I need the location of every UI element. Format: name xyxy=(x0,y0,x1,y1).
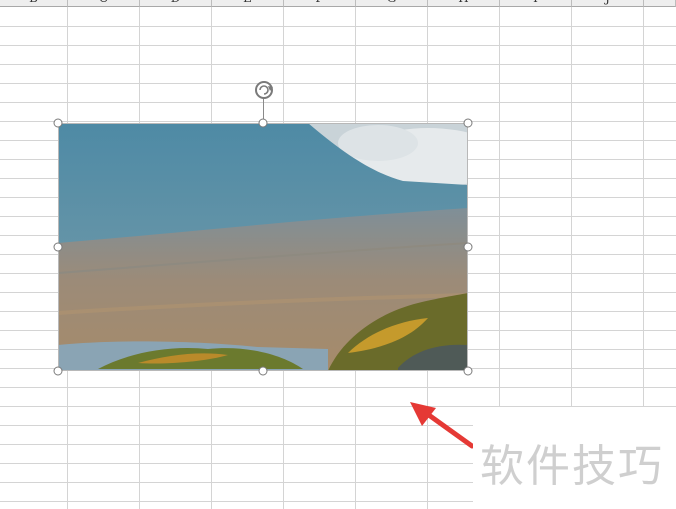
grid-line xyxy=(0,387,676,388)
column-header-d[interactable]: D xyxy=(140,0,212,7)
column-header-g[interactable]: G xyxy=(356,0,428,7)
resize-handle-bottom-left[interactable] xyxy=(53,366,63,376)
column-label: J xyxy=(572,0,643,5)
column-header-b[interactable]: B xyxy=(0,0,68,7)
column-label: I xyxy=(500,0,571,5)
grid-line xyxy=(0,83,676,84)
column-header-e[interactable]: E xyxy=(212,0,284,7)
resize-handle-bottom[interactable] xyxy=(258,366,268,376)
watermark: 软件技巧 xyxy=(480,441,664,492)
column-label: G xyxy=(356,0,427,5)
grid-line xyxy=(0,121,676,122)
resize-handle-top-left[interactable] xyxy=(53,118,63,128)
column-header-i[interactable]: I xyxy=(500,0,572,7)
resize-handle-top[interactable] xyxy=(258,118,268,128)
column-header-h[interactable]: H xyxy=(428,0,500,7)
grid-line xyxy=(0,102,676,103)
column-label: C xyxy=(68,0,139,5)
grid-line xyxy=(0,45,676,46)
column-label: F xyxy=(284,0,355,5)
column-header-k[interactable] xyxy=(644,0,676,7)
resize-handle-bottom-right[interactable] xyxy=(463,366,473,376)
resize-handle-top-right[interactable] xyxy=(463,118,473,128)
column-header-c[interactable]: C xyxy=(68,0,140,7)
annotation-arrow-icon xyxy=(400,396,480,456)
resize-handle-right[interactable] xyxy=(463,242,473,252)
column-header-f[interactable]: F xyxy=(284,0,356,7)
grid-line xyxy=(0,26,676,27)
column-label: E xyxy=(212,0,283,5)
inserted-picture[interactable] xyxy=(58,123,468,371)
column-header-j[interactable]: J xyxy=(572,0,644,7)
grid-line xyxy=(0,64,676,65)
column-label: H xyxy=(428,0,499,5)
landscape-photo-icon xyxy=(58,123,468,371)
column-label: D xyxy=(140,0,211,5)
resize-handle-left[interactable] xyxy=(53,242,63,252)
rotate-icon[interactable] xyxy=(252,78,276,102)
column-label: B xyxy=(0,0,67,5)
